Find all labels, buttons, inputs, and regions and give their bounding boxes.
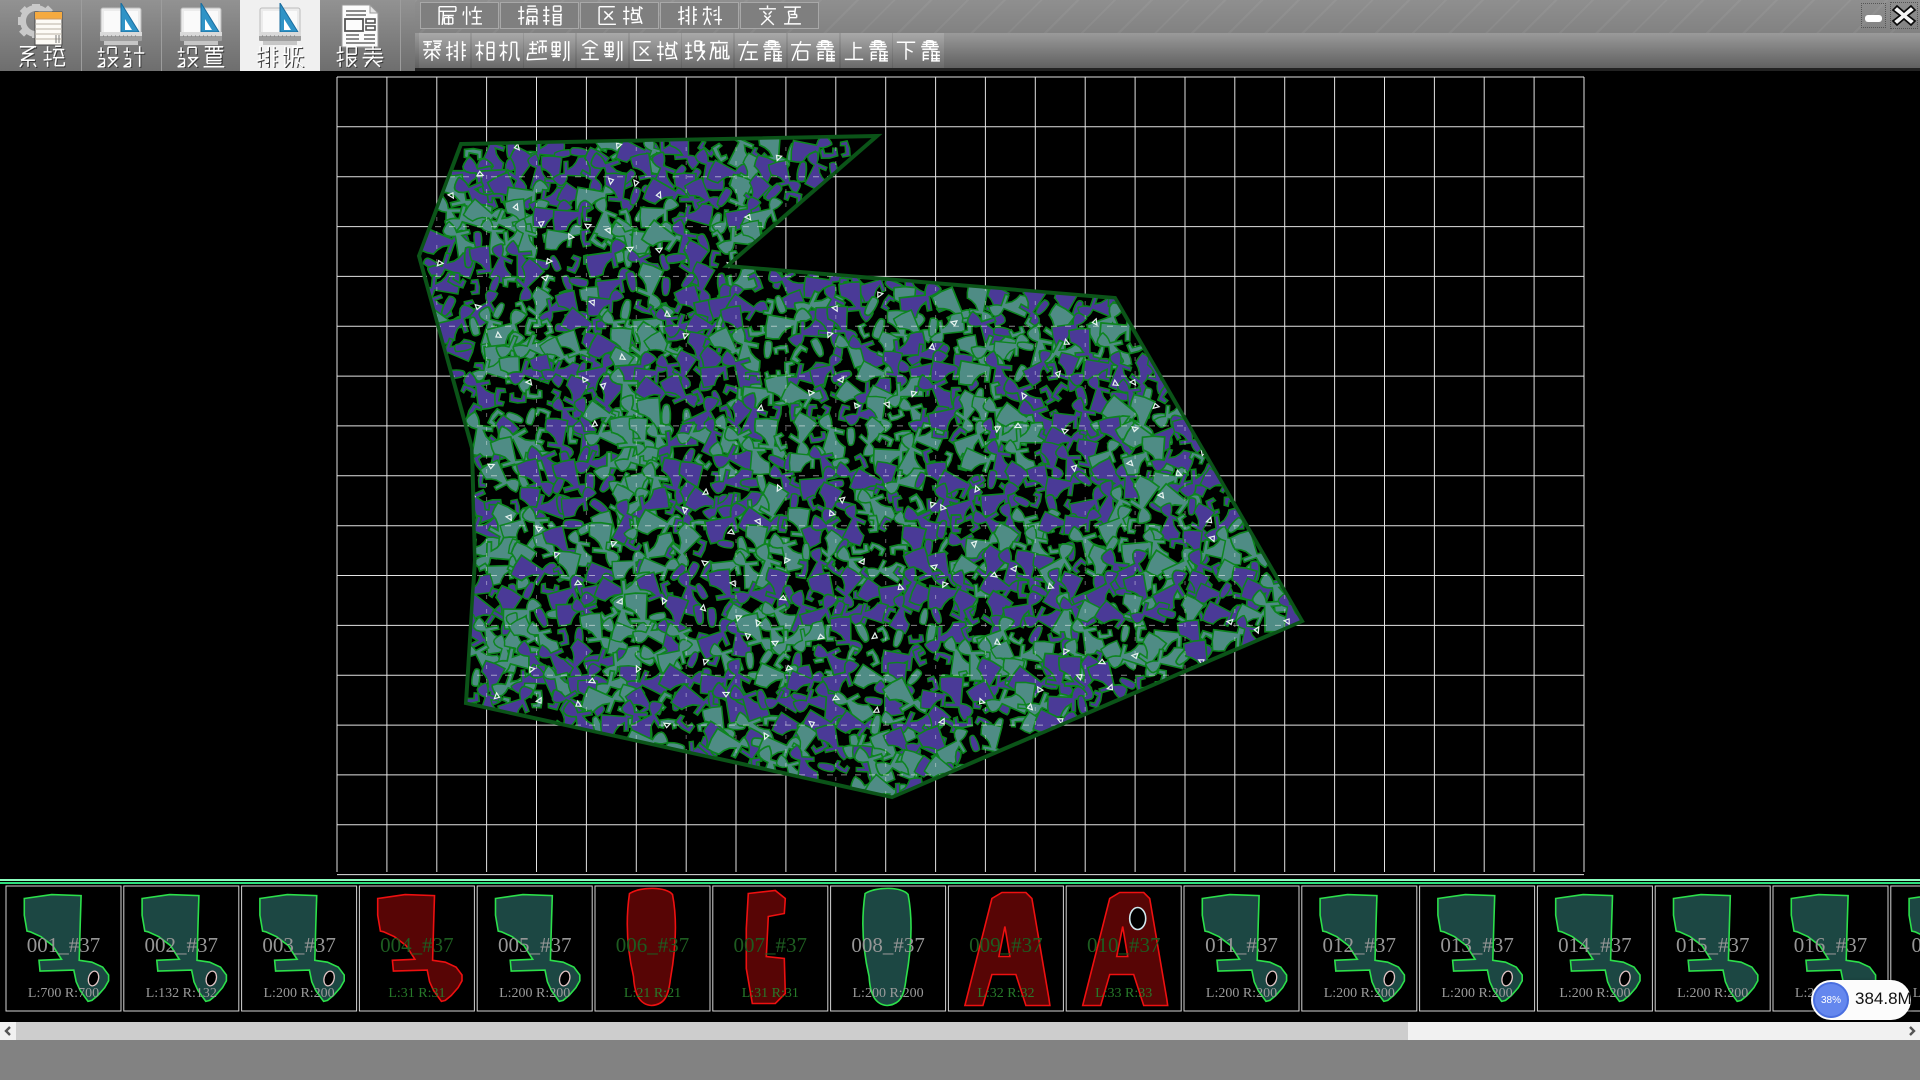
svg-text:014_#37: 014_#37	[1558, 933, 1632, 957]
svg-text:L:200 R:200: L:200 R:200	[1913, 986, 1920, 1001]
svg-text:017_#37: 017_#37	[1912, 933, 1920, 957]
svg-text:L:132 R:132: L:132 R:132	[146, 986, 217, 1001]
svg-text:006_#37: 006_#37	[616, 933, 690, 957]
svg-text:L:200 R:200: L:200 R:200	[499, 986, 570, 1001]
svg-text:L:700 R:700: L:700 R:700	[28, 986, 99, 1001]
svg-text:013_#37: 013_#37	[1440, 933, 1514, 957]
svg-text:002_#37: 002_#37	[145, 933, 219, 957]
svg-text:L:200 R:200: L:200 R:200	[1442, 986, 1513, 1001]
svg-text:007_#37: 007_#37	[734, 933, 808, 957]
svg-text:001_#37: 001_#37	[27, 933, 101, 957]
svg-text:L:200 R:200: L:200 R:200	[1324, 986, 1395, 1001]
svg-text:L:200 R:200: L:200 R:200	[1559, 986, 1630, 1001]
svg-text:009_#37: 009_#37	[969, 933, 1043, 957]
svg-text:L:200 R:200: L:200 R:200	[853, 986, 924, 1001]
svg-text:008_#37: 008_#37	[851, 933, 925, 957]
svg-text:L:200 R:200: L:200 R:200	[1206, 986, 1277, 1001]
svg-text:010_#37: 010_#37	[1087, 933, 1161, 957]
svg-text:L:200 R:200: L:200 R:200	[264, 986, 335, 1001]
svg-text:L:200 R:200: L:200 R:200	[1677, 986, 1748, 1001]
svg-text:L:32 R:32: L:32 R:32	[977, 986, 1034, 1001]
svg-text:L:31 R:31: L:31 R:31	[742, 986, 799, 1001]
svg-text:004_#37: 004_#37	[380, 933, 454, 957]
svg-text:003_#37: 003_#37	[262, 933, 336, 957]
svg-text:L:21 R:21: L:21 R:21	[624, 986, 681, 1001]
svg-text:015_#37: 015_#37	[1676, 933, 1750, 957]
svg-text:L:33 R:33: L:33 R:33	[1095, 986, 1152, 1001]
svg-text:016_#37: 016_#37	[1794, 933, 1868, 957]
svg-text:L:31 R:31: L:31 R:31	[388, 986, 445, 1001]
svg-text:012_#37: 012_#37	[1323, 933, 1397, 957]
svg-text:005_#37: 005_#37	[498, 933, 572, 957]
svg-text:011_#37: 011_#37	[1205, 933, 1278, 957]
